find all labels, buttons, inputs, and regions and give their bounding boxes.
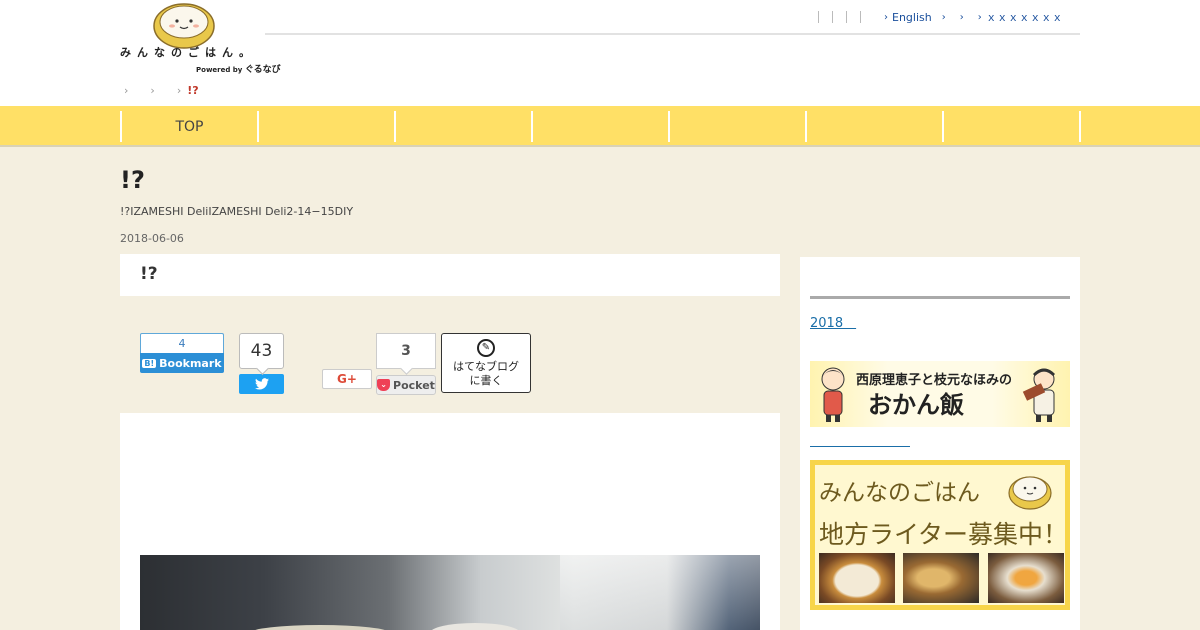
chevron-right-icon: ›: [884, 11, 888, 23]
hatena-bookmark-action[interactable]: B! Bookmark: [140, 353, 224, 373]
nav-separator: [860, 11, 874, 23]
article-body: [120, 413, 780, 630]
chevron-right-icon: ›: [977, 11, 982, 23]
gnav-item-top[interactable]: TOP: [120, 111, 257, 142]
hatena-bookmark-label: Bookmark: [159, 356, 222, 370]
pocket-icon: ⌄: [377, 379, 391, 391]
top-nav-english-link[interactable]: › English: [884, 11, 932, 24]
nav-separator: [832, 11, 846, 23]
twitter-bird-icon: [254, 378, 269, 390]
breadcrumb-current: !?: [187, 84, 199, 97]
powered-by-brand: ぐるなび: [244, 65, 281, 75]
hatena-bookmark-button[interactable]: 4 B! Bookmark: [140, 333, 224, 373]
character-left-illustration: [821, 367, 845, 422]
powered-by: Powered by ぐるなび: [196, 62, 281, 75]
hatena-blog-write-button[interactable]: ✎ はてなブログ に書く: [441, 333, 531, 393]
chevron-right-icon: ›: [176, 84, 182, 97]
pocket-count: 3: [376, 333, 436, 369]
top-nav-link[interactable]: › ｘｘｘｘｘｘｘ: [978, 9, 1063, 25]
hatena-bookmark-count: 4: [140, 333, 224, 353]
chevron-right-icon: ›: [941, 11, 946, 23]
twitter-share-count: 43: [239, 333, 284, 369]
ramen-photo: [819, 553, 895, 603]
oyster-photo: [903, 553, 979, 603]
rice-dish-photo: [988, 553, 1064, 603]
gnav-item[interactable]: [531, 111, 668, 142]
top-nav-link[interactable]: ›: [942, 12, 950, 23]
photo-plate: [250, 625, 390, 630]
pocket-action[interactable]: ⌄ Pocket: [376, 375, 436, 395]
twitter-share-button[interactable]: 43: [239, 333, 284, 394]
chevron-right-icon[interactable]: ›: [124, 84, 128, 97]
chevron-right-icon[interactable]: ›: [150, 84, 154, 97]
top-nav-link[interactable]: ›: [960, 12, 968, 23]
top-utility-nav: › English › › › ｘｘｘｘｘｘｘ: [818, 10, 1063, 24]
article-heading-box: !?: [120, 254, 780, 296]
site-header: みんなのごはん。 Powered by ぐるなび › English › › ›…: [0, 0, 1200, 106]
writer-recruitment-banner[interactable]: みんなのごはん 地方ライター募集中！: [810, 460, 1070, 610]
sidebar: 2018 西原理恵子と枝元なほみの おかん飯 みんなのごはん 地方ライター募集中…: [800, 257, 1080, 630]
sidebar-link[interactable]: [810, 435, 910, 447]
article-main-photo: [140, 555, 760, 630]
gnav-item[interactable]: [942, 111, 1079, 142]
sidebar-heading-rule: [810, 296, 1070, 299]
chevron-right-icon: ›: [959, 11, 964, 23]
article-date: 2018-06-06: [120, 232, 184, 245]
pocket-label: Pocket: [393, 378, 435, 392]
gnav-item[interactable]: [257, 111, 394, 142]
google-plus-button[interactable]: G+: [322, 369, 372, 389]
logo-text: みんなのごはん。: [120, 46, 256, 59]
okan-banner-title: おかん飯: [868, 391, 964, 419]
gnav-item[interactable]: [394, 111, 531, 142]
article-heading: !?: [140, 264, 158, 284]
photo-bowl: [430, 623, 520, 630]
site-logo[interactable]: みんなのごはん。 Powered by ぐるなび: [120, 2, 281, 75]
hatena-b-icon: B!: [142, 358, 157, 368]
gnav-item[interactable]: [668, 111, 805, 142]
top-nav-label: English: [892, 10, 932, 24]
nav-separator: [818, 11, 832, 23]
okan-meshi-banner[interactable]: 西原理恵子と枝元なほみの おかん飯: [810, 361, 1070, 427]
writer-banner-brand: みんなのごはん: [819, 480, 980, 506]
sidebar-archive-2018-link[interactable]: 2018: [810, 312, 856, 331]
article-title: !?: [120, 166, 145, 194]
pocket-save-button[interactable]: 3 ⌄ Pocket: [376, 333, 436, 395]
hatena-blog-label-line1: はてなブログ: [453, 360, 519, 373]
top-nav-label: ｘｘｘｘｘｘｘ: [985, 11, 1063, 24]
character-right-illustration: [1022, 368, 1056, 422]
powered-by-label: Powered by: [196, 66, 243, 74]
global-nav: TOP: [0, 106, 1200, 147]
gnav-item[interactable]: [805, 111, 942, 142]
article-subtitle: !?IZAMESHI DeliIZAMESHI Deli2-14−15DIY: [120, 205, 354, 218]
hatena-blog-label-line2: に書く: [469, 374, 503, 387]
nav-separator: [846, 11, 860, 23]
hatena-blog-pen-icon: ✎: [477, 339, 495, 357]
header-divider: [265, 33, 1080, 35]
gnav-end-divider: [1079, 111, 1081, 142]
breadcrumb: › › › !?: [124, 84, 199, 97]
rice-bowl-mascot-icon: [1008, 476, 1052, 510]
photo-highlight: [560, 555, 760, 630]
writer-banner-headline: 地方ライター募集中！: [819, 520, 1069, 549]
twitter-tweet-action[interactable]: [239, 374, 284, 394]
